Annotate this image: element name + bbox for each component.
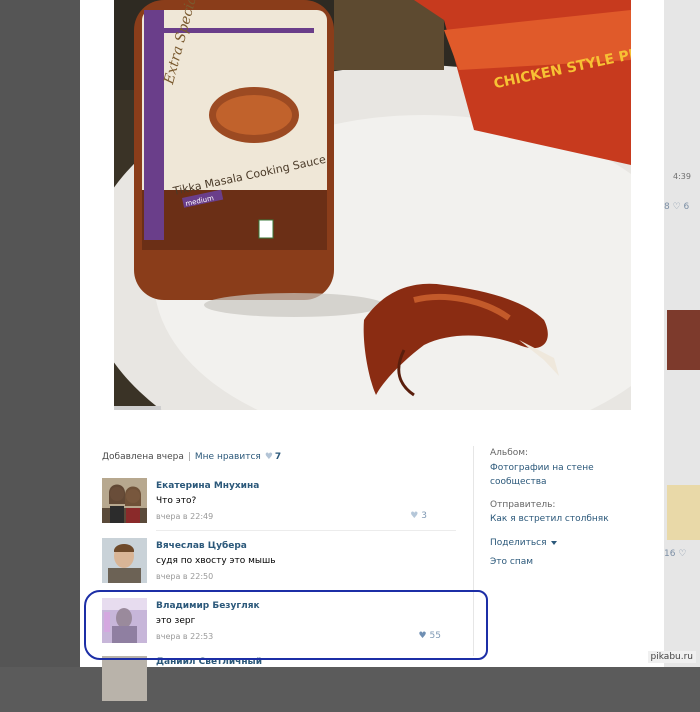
- background-thumbnail: [667, 485, 700, 540]
- comment: Даниил Светличный: [102, 656, 457, 712]
- heart-icon[interactable]: ♥: [265, 452, 273, 462]
- avatar[interactable]: [102, 478, 147, 523]
- avatar-image: [102, 598, 147, 643]
- sender-label: Отправитель:: [490, 500, 556, 510]
- photo[interactable]: CHICKEN STYLE PIECES Extra Special Tikka…: [114, 0, 631, 410]
- background-thumbnail: [667, 310, 700, 370]
- comment-author[interactable]: Владимир Безугляк: [156, 601, 260, 611]
- background-like-count: 16 ♡: [664, 549, 687, 559]
- comment: Владимир Безугляк это зерг вчера в 22:53…: [102, 598, 457, 654]
- photo-scrollbar[interactable]: [114, 406, 161, 410]
- comment-likes[interactable]: ♥ 55: [418, 631, 441, 641]
- chevron-down-icon: [550, 540, 557, 545]
- column-divider: [473, 446, 474, 656]
- comment-time[interactable]: вчера в 22:49: [156, 512, 213, 521]
- avatar[interactable]: [102, 598, 147, 643]
- comment-divider: [156, 590, 456, 591]
- album-link[interactable]: Фотографии на стене: [490, 463, 594, 473]
- sender-link[interactable]: Как я встретил столбняк: [490, 514, 609, 524]
- background-like-count: 8 ♡ 6: [664, 202, 690, 212]
- comment-text: судя по хвосту это мышь: [156, 556, 276, 566]
- comment: Вячеслав Цубера судя по хвосту это мышь …: [102, 538, 457, 594]
- comment-author[interactable]: Даниил Светличный: [156, 657, 262, 667]
- album-label: Альбом:: [490, 448, 529, 458]
- heart-icon[interactable]: ♥: [418, 631, 426, 641]
- heart-icon[interactable]: ♥: [410, 511, 418, 521]
- added-date: Добавлена вчера: [102, 452, 184, 462]
- comment-author[interactable]: Екатерина Мнухина: [156, 481, 259, 491]
- comment-text: Что это?: [156, 496, 197, 506]
- share-label: Поделиться: [490, 538, 547, 548]
- photo-viewer: CHICKEN STYLE PIECES Extra Special Tikka…: [80, 0, 664, 701]
- comment: Екатерина Мнухина Что это? вчера в 22:49…: [102, 478, 457, 534]
- avatar-image: [102, 478, 147, 523]
- avatar[interactable]: [102, 656, 147, 701]
- avatar[interactable]: [102, 538, 147, 583]
- comment-author[interactable]: Вячеслав Цубера: [156, 541, 247, 551]
- share-button[interactable]: Поделиться: [490, 538, 557, 548]
- stats-separator: |: [187, 452, 191, 462]
- like-count[interactable]: 7: [275, 452, 281, 462]
- watermark: pikabu.ru: [647, 651, 696, 663]
- avatar-image: [102, 656, 147, 701]
- comment-like-count: 3: [421, 511, 427, 521]
- like-link[interactable]: Мне нравится: [195, 452, 261, 462]
- comment-likes[interactable]: ♥ 3: [410, 511, 427, 521]
- spam-link[interactable]: Это спам: [490, 557, 533, 567]
- album-link-line2[interactable]: сообщества: [490, 477, 547, 487]
- background-timestamp: 4:39: [673, 172, 691, 181]
- avatar-image: [102, 538, 147, 583]
- comment-like-count: 55: [429, 631, 441, 641]
- comment-divider: [156, 530, 456, 531]
- comment-time[interactable]: вчера в 22:50: [156, 572, 213, 581]
- dimmed-page-left: [0, 0, 80, 667]
- photo-stats: Добавлена вчера | Мне нравится ♥ 7: [102, 452, 281, 462]
- photo-image: CHICKEN STYLE PIECES Extra Special Tikka…: [114, 0, 631, 410]
- comment-time[interactable]: вчера в 22:53: [156, 632, 213, 641]
- comment-text: это зерг: [156, 616, 196, 626]
